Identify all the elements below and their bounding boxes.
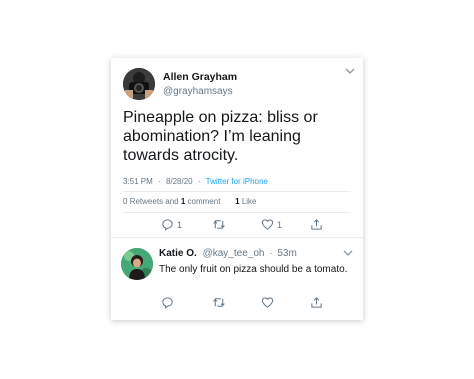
reply-icon xyxy=(162,297,173,309)
author-handle[interactable]: @grayhamsays xyxy=(163,86,233,97)
chevron-down-icon[interactable] xyxy=(343,66,357,76)
reply-reply-button[interactable] xyxy=(161,296,174,309)
share-icon xyxy=(311,219,322,230)
tweet-card: Allen Grayham @grayhamsays Pineapple on … xyxy=(111,58,363,320)
retweet-icon xyxy=(213,298,225,307)
likes-label[interactable]: Like xyxy=(242,197,257,206)
reply-share-button[interactable] xyxy=(310,296,323,309)
reply-age[interactable]: 53m xyxy=(277,248,296,259)
share-icon xyxy=(311,297,322,308)
comments-count[interactable]: 1 xyxy=(181,197,185,206)
reply-text: The only fruit on pizza should be a toma… xyxy=(159,264,348,275)
like-count: 1 xyxy=(277,219,283,230)
retweets-label[interactable]: Retweets and xyxy=(130,197,179,206)
share-button[interactable] xyxy=(310,218,323,231)
tweet-source[interactable]: Twitter for iPhone xyxy=(206,177,268,186)
reply-retweet-button[interactable] xyxy=(212,296,226,309)
divider xyxy=(123,212,351,213)
heart-icon xyxy=(261,219,274,230)
divider xyxy=(123,191,351,192)
reply-author-name[interactable]: Katie O. xyxy=(159,248,197,259)
reply-author-handle[interactable]: @kay_tee_oh xyxy=(203,248,265,259)
tweet-date: 8/28/20 xyxy=(165,177,193,186)
likes-count[interactable]: 1 xyxy=(235,197,239,206)
avatar[interactable] xyxy=(121,248,153,280)
tweet-text: Pineapple on pizza: bliss or abomination… xyxy=(123,109,318,164)
retweet-button[interactable] xyxy=(212,218,226,231)
reply-separator: · xyxy=(269,248,273,259)
tweet-stats: 0 Retweets and 1 comment 1 Like xyxy=(123,197,257,206)
avatar[interactable] xyxy=(123,68,155,100)
stats-separator xyxy=(227,197,229,206)
reply-button[interactable]: 1 xyxy=(161,218,182,231)
tweet-separator xyxy=(111,237,363,238)
author-name[interactable]: Allen Grayham xyxy=(163,71,237,83)
reply-count: 1 xyxy=(177,219,183,230)
reply-header: Katie O. @kay_tee_oh · 53m xyxy=(159,248,297,259)
meta-separator: · xyxy=(197,177,201,186)
like-button[interactable]: 1 xyxy=(261,218,282,231)
heart-icon xyxy=(261,297,274,308)
reply-icon xyxy=(162,219,173,231)
tweet-time: 3:51 PM xyxy=(123,177,153,186)
retweet-icon xyxy=(213,220,225,229)
comments-label[interactable]: comment xyxy=(188,197,221,206)
retweets-count[interactable]: 0 xyxy=(123,197,127,206)
meta-separator: · xyxy=(158,177,161,186)
tweet-meta: 3:51 PM · 8/28/20 · Twitter for iPhone xyxy=(123,177,268,186)
chevron-down-icon[interactable] xyxy=(341,248,355,258)
reply-like-button[interactable] xyxy=(261,296,274,309)
